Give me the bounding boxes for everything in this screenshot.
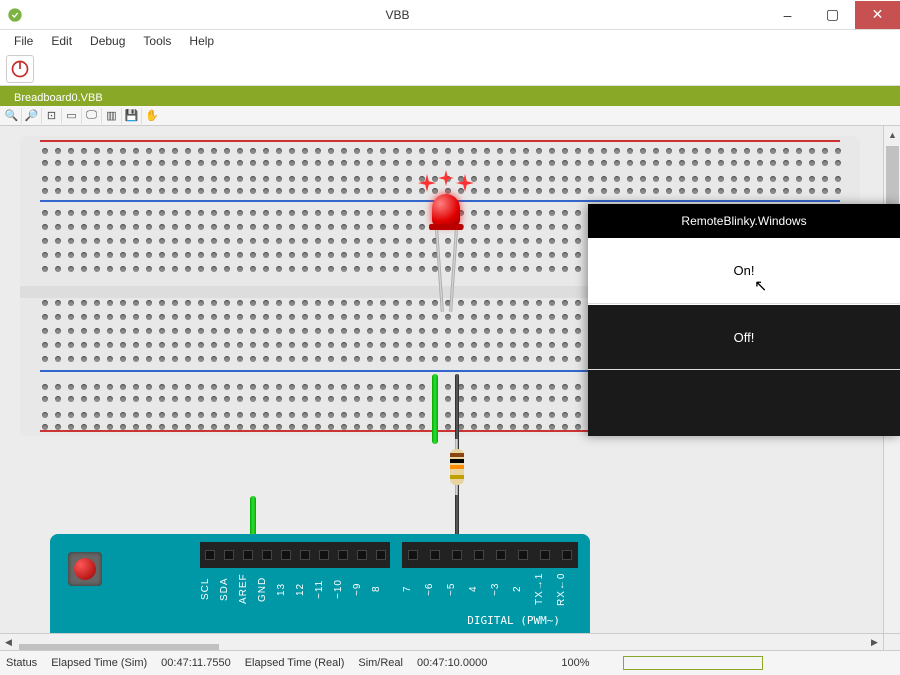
rail-line-top-red <box>40 140 840 142</box>
power-button[interactable] <box>6 55 34 83</box>
sim-real-label: Sim/Real <box>358 657 403 669</box>
fit-screen-icon[interactable]: ▭ <box>64 108 82 124</box>
main-toolbar <box>0 52 900 86</box>
scroll-corner <box>883 633 900 650</box>
file-tab-bar: Breadboard0.VBB <box>0 86 900 106</box>
window-title: VBB <box>30 8 765 22</box>
scroll-up-icon[interactable]: ▲ <box>884 126 900 143</box>
digital-header-left[interactable] <box>200 542 390 568</box>
window-controls: – ▢ ✕ <box>765 1 900 29</box>
canvas-toolbar: 🔍 🔎 ⊡ ▭ 🖵 ▥ 💾 ✋ <box>0 106 900 126</box>
elapsed-real-label: Elapsed Time (Real) <box>245 657 345 669</box>
cursor-icon: ↖ <box>754 276 767 296</box>
status-label: Status <box>6 657 37 669</box>
zoom-out-icon[interactable]: 🔎 <box>24 108 42 124</box>
scroll-thumb[interactable] <box>886 146 899 206</box>
elapsed-sim-label: Elapsed Time (Sim) <box>51 657 147 669</box>
pin-labels-left: SCLSDAAREF GND1312 ~11~10~9 8 <box>200 570 390 610</box>
led-component[interactable] <box>432 194 460 226</box>
scroll-left-icon[interactable]: ◀ <box>0 634 17 651</box>
zoom-reset-icon[interactable]: ⊡ <box>44 108 62 124</box>
device-icon[interactable]: ▥ <box>104 108 122 124</box>
wire-green[interactable] <box>432 374 438 444</box>
remote-spacer <box>588 370 900 436</box>
pan-hand-icon[interactable]: ✋ <box>144 108 162 124</box>
digital-header-right[interactable] <box>402 542 578 568</box>
maximize-button[interactable]: ▢ <box>810 1 855 29</box>
close-button[interactable]: ✕ <box>855 1 900 29</box>
monitor-icon[interactable]: 🖵 <box>84 108 102 124</box>
menu-bar: File Edit Debug Tools Help <box>0 30 900 52</box>
app-icon <box>0 0 30 30</box>
resistor-component[interactable] <box>452 442 462 492</box>
magnifier-icon[interactable]: 🔍 <box>4 108 22 124</box>
title-bar: VBB – ▢ ✕ <box>0 0 900 30</box>
status-bar: Status Elapsed Time (Sim) 00:47:11.7550 … <box>0 650 900 675</box>
menu-file[interactable]: File <box>6 32 41 50</box>
file-tab[interactable]: Breadboard0.VBB <box>4 90 113 106</box>
sim-real-value: 00:47:10.0000 <box>417 657 487 669</box>
remote-off-button[interactable]: Off! <box>588 304 900 370</box>
remote-on-label: On! <box>734 263 755 278</box>
power-icon <box>10 59 30 79</box>
remote-off-label: Off! <box>734 330 755 345</box>
digital-pwm-label: DIGITAL (PWM~) <box>467 614 560 627</box>
menu-debug[interactable]: Debug <box>82 32 133 50</box>
pin-labels-right: 7~6~5 4~32 TX→1RX←0 <box>402 570 578 610</box>
remote-blinky-window[interactable]: RemoteBlinky.Windows On! ↖ Off! <box>588 204 900 436</box>
menu-edit[interactable]: Edit <box>43 32 80 50</box>
led-body <box>432 194 460 226</box>
menu-tools[interactable]: Tools <box>135 32 179 50</box>
menu-help[interactable]: Help <box>181 32 222 50</box>
elapsed-sim-value: 00:47:11.7550 <box>161 657 231 669</box>
percent-label: 100% <box>561 657 589 669</box>
save-icon[interactable]: 💾 <box>124 108 142 124</box>
remote-on-button[interactable]: On! ↖ <box>588 238 900 304</box>
scroll-right-icon[interactable]: ▶ <box>866 634 883 651</box>
progress-bar <box>623 656 763 670</box>
remote-window-title: RemoteBlinky.Windows <box>588 204 900 238</box>
minimize-button[interactable]: – <box>765 1 810 29</box>
arduino-reset-button[interactable] <box>68 552 102 586</box>
horizontal-scrollbar[interactable]: ◀ ▶ <box>0 633 883 650</box>
